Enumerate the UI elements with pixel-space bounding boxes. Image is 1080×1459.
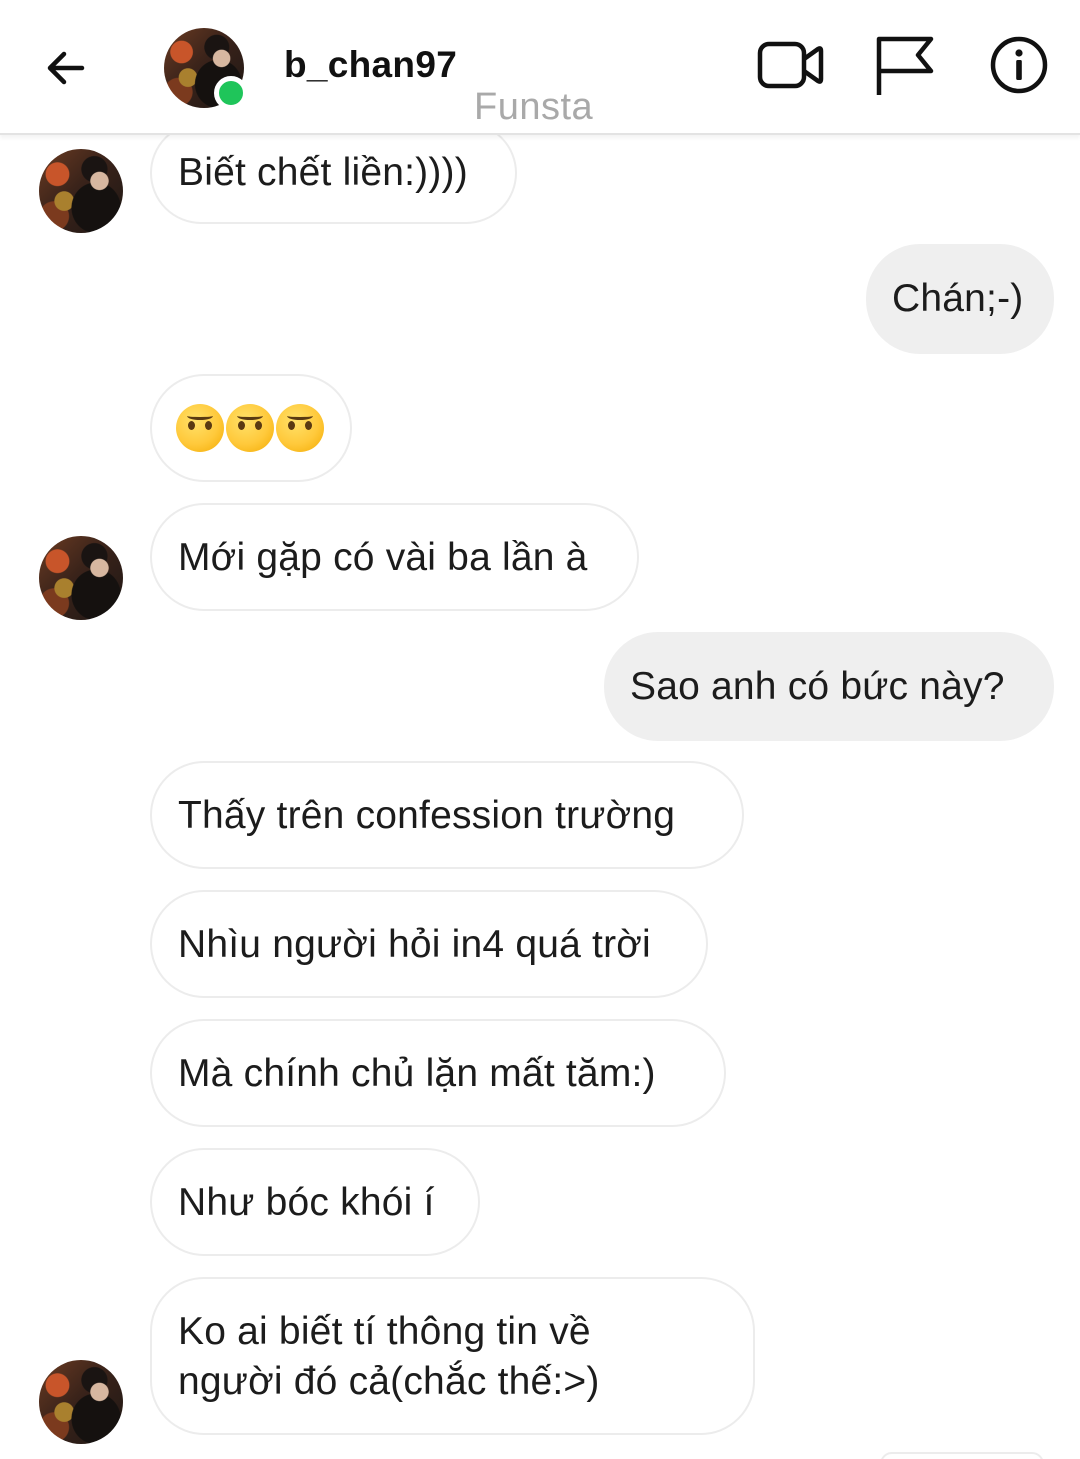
video-call-button[interactable] <box>756 30 826 100</box>
emoji-row <box>176 376 326 480</box>
contact-subtitle: Funsta <box>474 86 594 128</box>
message-text: Thấy trên confession trường <box>178 794 676 837</box>
chat-screen: b_chan97 Funsta Biết chết liền:)))) Chán… <box>0 0 1080 1459</box>
contact-username[interactable]: b_chan97 <box>284 44 457 86</box>
message-text: Chán;-) <box>892 277 1024 320</box>
message-bubble-incoming[interactable]: Mới gặp có vài ba lần à <box>150 503 639 611</box>
online-status-dot <box>214 76 248 110</box>
message-text-line: Ko ai biết tí thông tin về <box>178 1310 591 1353</box>
sender-avatar[interactable] <box>39 149 123 233</box>
avatar-image <box>39 536 123 620</box>
message-text: Sao anh có bức này? <box>630 665 1005 708</box>
message-bubble-incoming[interactable]: Như bóc khói í <box>150 1148 480 1256</box>
back-button[interactable] <box>36 38 96 98</box>
message-bubble-incoming[interactable]: Ko ai biết tí thông tin về người đó cả(c… <box>150 1277 755 1435</box>
flag-icon <box>876 36 934 95</box>
message-bubble-incoming[interactable]: Thấy trên confession trường <box>150 761 744 869</box>
upside-down-face-emoji <box>276 404 324 452</box>
message-bubble-incoming[interactable]: Nhìu người hỏi in4 quá trời <box>150 890 708 998</box>
message-bubble-partial[interactable] <box>880 1452 1044 1459</box>
chat-header: b_chan97 Funsta <box>0 0 1080 135</box>
upside-down-face-emoji <box>226 404 274 452</box>
message-text: Mới gặp có vài ba lần à <box>178 536 588 579</box>
report-button[interactable] <box>868 30 938 100</box>
sender-avatar[interactable] <box>39 1360 123 1444</box>
avatar-image <box>39 1360 123 1444</box>
message-bubble-outgoing[interactable]: Sao anh có bức này? <box>604 632 1054 741</box>
contact-avatar[interactable] <box>164 28 248 110</box>
message-text: Biết chết liền:)))) <box>178 151 468 194</box>
message-bubble-outgoing[interactable]: Chán;-) <box>866 244 1054 354</box>
video-camera-icon <box>757 41 824 89</box>
upside-down-face-emoji <box>176 404 224 452</box>
message-text: Mà chính chủ lặn mất tăm:) <box>178 1052 656 1095</box>
info-icon <box>990 36 1048 94</box>
message-text-line: người đó cả(chắc thế:>) <box>178 1360 600 1403</box>
message-bubble-incoming[interactable]: Mà chính chủ lặn mất tăm:) <box>150 1019 726 1127</box>
avatar-image <box>39 149 123 233</box>
message-text: Như bóc khói í <box>178 1181 435 1224</box>
message-bubble-incoming[interactable]: Biết chết liền:)))) <box>150 122 517 224</box>
message-bubble-incoming[interactable] <box>150 374 352 482</box>
arrow-left-icon <box>47 51 85 85</box>
message-text: Nhìu người hỏi in4 quá trời <box>178 923 651 966</box>
sender-avatar[interactable] <box>39 536 123 620</box>
conversation-info-button[interactable] <box>984 30 1054 100</box>
